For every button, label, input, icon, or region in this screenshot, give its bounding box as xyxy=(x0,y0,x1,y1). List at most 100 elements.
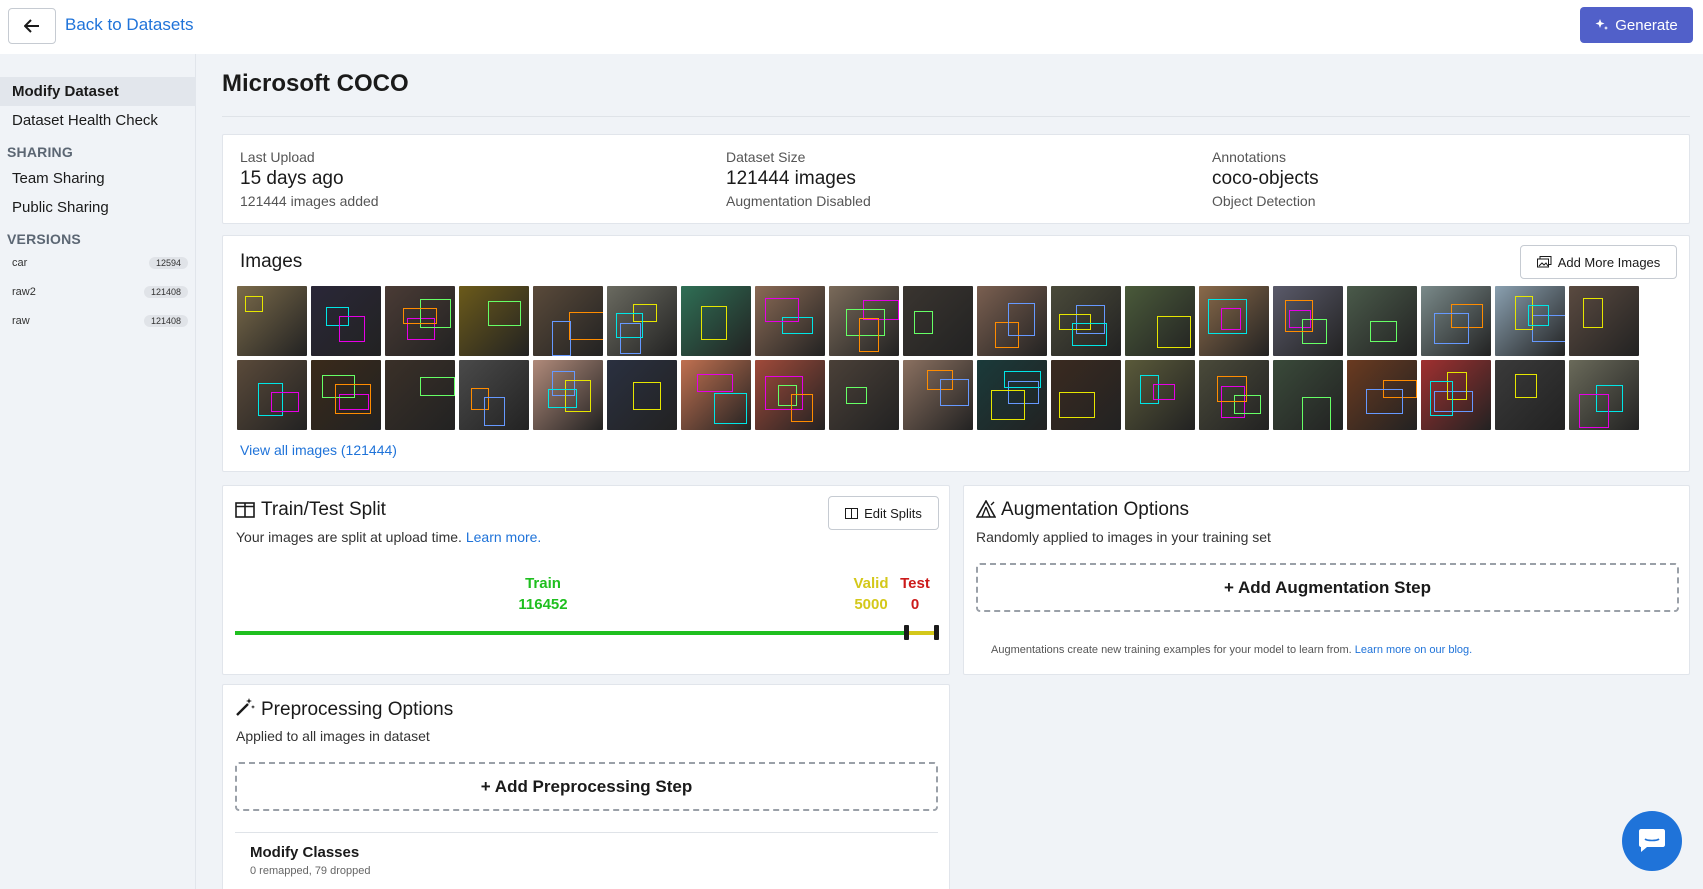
image-thumbnail[interactable] xyxy=(1569,286,1639,356)
generate-label: Generate xyxy=(1615,16,1678,34)
image-thumbnail[interactable] xyxy=(1125,360,1195,430)
image-thumbnail[interactable] xyxy=(1051,360,1121,430)
annotation-box xyxy=(1221,308,1241,330)
image-thumbnail[interactable] xyxy=(1051,286,1121,356)
split-handle-valid-test[interactable] xyxy=(934,625,939,640)
annotation-box xyxy=(552,321,571,356)
version-item-raw[interactable]: raw 121408 xyxy=(12,312,188,332)
annotation-box xyxy=(1579,394,1609,428)
image-thumbnail[interactable] xyxy=(607,360,677,430)
image-thumbnail[interactable] xyxy=(1421,360,1491,430)
stat-label: Annotations xyxy=(1212,149,1286,165)
image-thumbnail[interactable] xyxy=(607,286,677,356)
image-thumbnail[interactable] xyxy=(1199,360,1269,430)
image-thumbnail[interactable] xyxy=(829,360,899,430)
image-thumbnail[interactable] xyxy=(533,360,603,430)
page-title: Microsoft COCO xyxy=(222,70,409,97)
image-thumbnail[interactable] xyxy=(385,360,455,430)
view-all-images-link[interactable]: View all images (121444) xyxy=(240,442,397,458)
image-thumbnail[interactable] xyxy=(1421,286,1491,356)
generate-button[interactable]: Generate xyxy=(1580,7,1693,43)
split-handle-train-valid[interactable] xyxy=(904,625,909,640)
version-name: raw2 xyxy=(12,286,36,298)
image-thumbnail[interactable] xyxy=(459,360,529,430)
image-thumbnail[interactable] xyxy=(903,360,973,430)
annotation-box xyxy=(1059,392,1095,418)
annotation-box xyxy=(914,311,933,334)
annotation-box xyxy=(697,374,733,392)
image-thumbnail[interactable] xyxy=(977,286,1047,356)
version-item-car[interactable]: car 12594 xyxy=(12,254,188,274)
add-more-images-label: Add More Images xyxy=(1557,254,1661,270)
image-thumbnail[interactable] xyxy=(1273,360,1343,430)
image-thumbnail[interactable] xyxy=(903,286,973,356)
image-thumbnail[interactable] xyxy=(681,286,751,356)
stat-annotations: Annotations coco-objects Object Detectio… xyxy=(1212,149,1319,209)
image-thumbnail[interactable] xyxy=(1569,360,1639,430)
split-description: Your images are split at upload time. Le… xyxy=(236,529,541,545)
sidebar: Modify Dataset Dataset Health Check SHAR… xyxy=(0,54,196,889)
image-thumbnail[interactable] xyxy=(681,360,751,430)
image-thumbnail[interactable] xyxy=(311,360,381,430)
split-learn-more-link[interactable]: Learn more. xyxy=(466,529,541,545)
image-thumbnail[interactable] xyxy=(977,360,1047,430)
add-augmentation-step-button[interactable]: + Add Augmentation Step xyxy=(976,563,1679,612)
image-thumbnail[interactable] xyxy=(1347,286,1417,356)
sidebar-item-public-sharing[interactable]: Public Sharing xyxy=(0,193,196,222)
chat-button[interactable] xyxy=(1622,811,1682,871)
version-name: raw xyxy=(12,315,30,327)
columns-icon xyxy=(845,507,859,519)
annotation-box xyxy=(1434,313,1469,344)
back-button[interactable] xyxy=(8,8,56,44)
annotation-box xyxy=(714,393,747,424)
image-thumbnail[interactable] xyxy=(1273,286,1343,356)
version-name: car xyxy=(12,257,28,269)
edit-splits-button[interactable]: Edit Splits xyxy=(828,496,939,530)
image-thumbnail[interactable] xyxy=(755,286,825,356)
image-thumbnail[interactable] xyxy=(829,286,899,356)
annotation-box xyxy=(403,308,437,324)
split-title: Train/Test Split xyxy=(261,499,386,520)
sidebar-item-modify-dataset[interactable]: Modify Dataset xyxy=(0,77,196,106)
annotation-box xyxy=(1515,374,1537,398)
split-valid-bar xyxy=(907,631,937,635)
modify-classes-summary: 0 remapped, 79 dropped xyxy=(250,865,371,877)
image-thumbnail[interactable] xyxy=(533,286,603,356)
version-item-raw2[interactable]: raw2 121408 xyxy=(12,283,188,303)
top-bar: Back to Datasets Generate xyxy=(0,0,1703,54)
image-thumbnail[interactable] xyxy=(1125,286,1195,356)
image-thumbnail[interactable] xyxy=(237,286,307,356)
divider xyxy=(222,116,1690,117)
annotation-box xyxy=(484,397,505,426)
sidebar-item-team-sharing[interactable]: Team Sharing xyxy=(0,164,196,193)
image-thumbnail[interactable] xyxy=(385,286,455,356)
image-thumbnail[interactable] xyxy=(755,360,825,430)
magic-wand-icon xyxy=(236,698,255,716)
image-thumbnail[interactable] xyxy=(1495,286,1565,356)
add-more-images-button[interactable]: Add More Images xyxy=(1520,245,1677,279)
image-thumbnail[interactable] xyxy=(1199,286,1269,356)
augmentation-blog-link[interactable]: Learn more on our blog. xyxy=(1355,644,1472,656)
image-thumbnail[interactable] xyxy=(1347,360,1417,430)
annotation-box xyxy=(245,296,263,312)
stats-card: Last Upload 15 days ago 121444 images ad… xyxy=(222,134,1690,224)
image-thumbnail[interactable] xyxy=(237,360,307,430)
valid-label: Valid xyxy=(853,575,889,592)
annotation-box xyxy=(488,301,521,326)
sidebar-item-health-check[interactable]: Dataset Health Check xyxy=(0,106,196,135)
test-value: 0 xyxy=(910,596,920,613)
split-train-bar xyxy=(235,631,907,635)
image-thumbnail[interactable] xyxy=(1495,360,1565,430)
back-to-datasets-link[interactable]: Back to Datasets xyxy=(65,15,194,35)
image-thumbnail[interactable] xyxy=(311,286,381,356)
image-thumbnail[interactable] xyxy=(459,286,529,356)
preprocessing-card: Preprocessing Options Applied to all ima… xyxy=(222,684,950,889)
annotation-box xyxy=(1072,323,1107,346)
annotation-box xyxy=(1157,316,1191,348)
images-icon xyxy=(1536,256,1552,268)
stat-sub: Augmentation Disabled xyxy=(726,193,871,209)
version-count-badge: 121408 xyxy=(143,286,188,298)
divider xyxy=(235,832,938,833)
annotation-box xyxy=(548,389,577,408)
add-preprocessing-step-button[interactable]: + Add Preprocessing Step xyxy=(235,762,938,811)
